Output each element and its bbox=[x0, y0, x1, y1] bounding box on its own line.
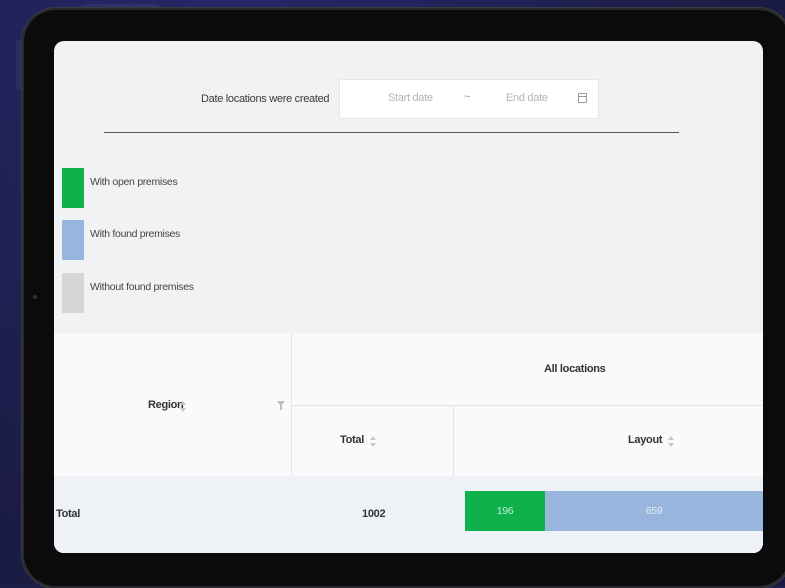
column-header-label: Layout bbox=[628, 434, 663, 446]
column-header-total[interactable]: Total bbox=[292, 406, 454, 476]
legend-label: Without found premises bbox=[90, 281, 194, 293]
column-header-label: Total bbox=[340, 434, 364, 446]
cell-region: Total bbox=[56, 508, 80, 520]
end-date-input[interactable]: End date bbox=[506, 92, 548, 104]
legend-swatch-open bbox=[62, 168, 84, 208]
calendar-icon[interactable] bbox=[578, 93, 587, 103]
locations-table: Region All locations Total Layout Total … bbox=[54, 333, 763, 553]
bar-segment-open[interactable]: 196 bbox=[465, 491, 545, 531]
start-date-input[interactable]: Start date bbox=[388, 92, 433, 104]
column-header-region[interactable]: Region bbox=[54, 333, 292, 476]
legend-swatch-found bbox=[62, 220, 84, 260]
bar-segment-found[interactable]: 659 bbox=[545, 491, 763, 531]
column-header-layout[interactable]: Layout bbox=[454, 406, 763, 476]
column-group-label: All locations bbox=[544, 363, 606, 375]
date-filter-label: Date locations were created bbox=[201, 93, 330, 105]
cell-total: 1002 bbox=[362, 508, 386, 520]
sort-icon[interactable] bbox=[370, 435, 376, 449]
legend-label: With open premises bbox=[90, 176, 178, 188]
date-range-picker[interactable]: Start date ~ End date bbox=[339, 79, 599, 119]
filter-divider bbox=[104, 132, 679, 133]
layout-bar: 196 659 bbox=[465, 491, 763, 531]
date-range-separator: ~ bbox=[464, 91, 471, 103]
tablet-camera bbox=[33, 295, 37, 299]
legend-swatch-none bbox=[62, 273, 84, 313]
sort-icon[interactable] bbox=[180, 400, 186, 414]
legend-label: With found premises bbox=[90, 228, 181, 240]
column-header-label: Region bbox=[148, 399, 184, 411]
filter-icon[interactable] bbox=[277, 401, 285, 410]
app-screen: Date locations were created Start date ~… bbox=[54, 41, 763, 553]
table-row: Total 1002 196 659 bbox=[54, 476, 763, 553]
column-group-all-locations: All locations bbox=[292, 333, 763, 406]
sort-icon[interactable] bbox=[668, 435, 674, 449]
